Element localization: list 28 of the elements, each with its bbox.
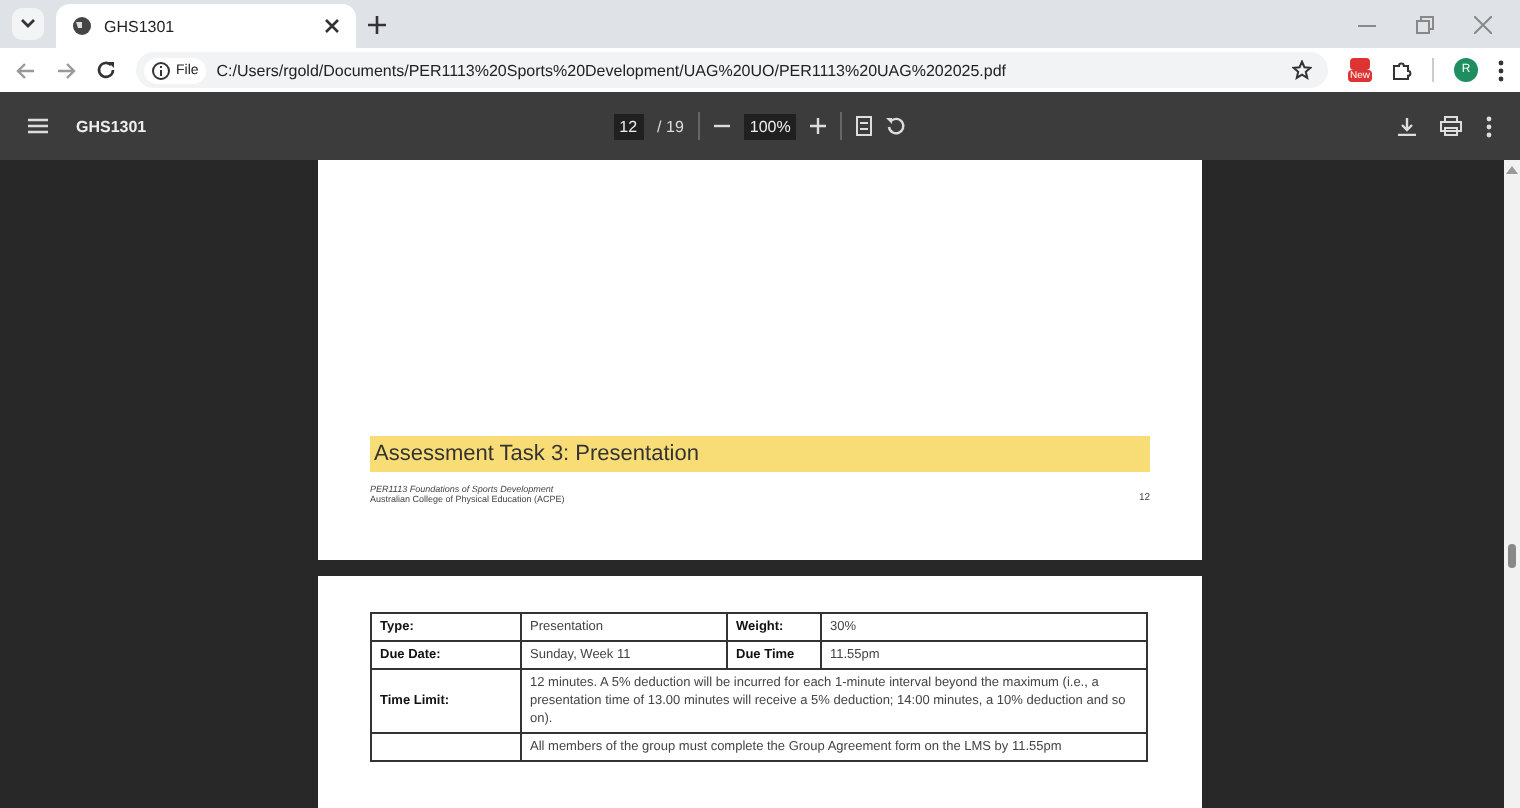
document-title: GHS1301 bbox=[76, 117, 147, 135]
rotate-icon[interactable] bbox=[886, 116, 907, 136]
reload-icon[interactable] bbox=[96, 60, 116, 80]
info-icon[interactable] bbox=[152, 61, 170, 79]
tab-search-button[interactable] bbox=[12, 8, 44, 40]
menu-icon[interactable] bbox=[28, 118, 48, 134]
page-total: / 19 bbox=[657, 117, 684, 135]
tab-title: GHS1301 bbox=[104, 17, 177, 35]
zoom-field[interactable]: 100% bbox=[743, 113, 797, 139]
browser-tab[interactable]: GHS1301 bbox=[56, 4, 356, 48]
fit-page-icon[interactable] bbox=[856, 116, 873, 136]
close-icon[interactable] bbox=[324, 18, 340, 34]
restore-icon[interactable] bbox=[1416, 15, 1434, 33]
scrollbar-thumb[interactable] bbox=[1508, 544, 1516, 568]
more-menu-icon[interactable] bbox=[1498, 59, 1504, 81]
chevron-down-icon bbox=[20, 18, 36, 30]
page-number-field[interactable]: 12 bbox=[613, 113, 644, 139]
more-menu-icon[interactable] bbox=[1486, 115, 1492, 137]
zoom-in-icon[interactable] bbox=[810, 118, 827, 134]
back-arrow-icon[interactable] bbox=[16, 61, 36, 79]
print-icon[interactable] bbox=[1440, 116, 1462, 136]
url-text: C:/Users/rgold/Documents/PER1113%20Sports%20Development/UAG%20UO/PER1113%20UAG%202025.pdf bbox=[216, 61, 1007, 79]
forward-arrow-icon[interactable] bbox=[56, 61, 76, 79]
star-icon[interactable] bbox=[1291, 60, 1312, 80]
puzzle-piece-icon[interactable] bbox=[1392, 60, 1412, 80]
section-heading: Assessment Task 3: Presentation bbox=[370, 436, 1150, 472]
download-icon[interactable] bbox=[1398, 117, 1416, 135]
plus-icon[interactable] bbox=[368, 15, 386, 33]
